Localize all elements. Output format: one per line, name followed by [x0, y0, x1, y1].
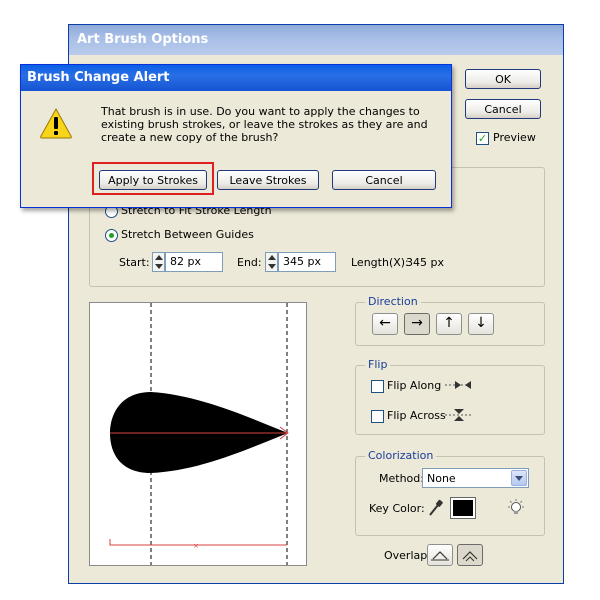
art-cancel-button[interactable]: Cancel — [465, 99, 541, 119]
svg-text:×: × — [193, 542, 199, 550]
flip-across-checkbox[interactable] — [371, 410, 384, 423]
key-color-swatch — [453, 500, 473, 516]
key-color-swatch-frame[interactable] — [450, 497, 476, 519]
art-brush-title: Art Brush Options — [77, 32, 209, 47]
flip-along-icon — [445, 381, 473, 389]
start-input[interactable]: 82 px — [165, 252, 223, 272]
art-brush-titlebar[interactable]: Art Brush Options — [69, 25, 563, 55]
key-color-label: Key Color: — [369, 502, 425, 515]
brush-preview-svg: × — [109, 303, 289, 565]
flip-label: Flip — [365, 358, 391, 371]
preview-label: Preview — [493, 131, 536, 144]
brush-preview-pane: × — [89, 302, 307, 566]
alert-title: Brush Change Alert — [27, 70, 170, 85]
direction-left-button[interactable]: ← — [372, 313, 398, 335]
length-label: Length(X): — [351, 256, 409, 269]
alert-message: That brush is in use. Do you want to app… — [101, 105, 428, 144]
stretch-guides-label: Stretch Between Guides — [121, 228, 254, 241]
flip-across-label: Flip Across — [387, 409, 446, 422]
start-label: Start: — [119, 256, 150, 269]
end-spinner[interactable] — [265, 252, 278, 272]
flip-along-label: Flip Along — [387, 379, 442, 392]
method-label: Method: — [379, 472, 424, 485]
end-input[interactable]: 345 px — [278, 252, 336, 272]
direction-label: Direction — [365, 295, 421, 308]
overlap-none-button[interactable] — [457, 544, 483, 566]
overlap-none-icon — [462, 551, 478, 562]
end-label: End: — [237, 256, 262, 269]
alert-titlebar[interactable]: Brush Change Alert — [21, 65, 451, 91]
flip-group — [355, 365, 545, 435]
alert-cancel-button[interactable]: Cancel — [332, 170, 436, 190]
chevron-down-icon — [515, 476, 523, 481]
brush-change-alert-dialog: Brush Change Alert That brush is in use.… — [20, 64, 452, 208]
direction-right-button[interactable]: → — [404, 313, 430, 335]
tips-bulb-icon[interactable] — [507, 499, 525, 517]
eyedropper-icon[interactable] — [427, 499, 443, 517]
overlap-adjust-button[interactable] — [427, 544, 453, 566]
warning-icon — [40, 107, 72, 139]
flip-across-icon — [445, 409, 473, 421]
leave-strokes-button[interactable]: Leave Strokes — [217, 170, 319, 190]
start-spinner[interactable] — [152, 252, 165, 272]
direction-down-button[interactable]: ↓ — [468, 313, 494, 335]
overlap-adjust-icon — [431, 551, 449, 561]
stretch-guides-radio[interactable] — [105, 229, 118, 242]
method-dropdown-button[interactable] — [511, 470, 527, 486]
direction-up-button[interactable]: ↑ — [436, 313, 462, 335]
overlap-label: Overlap: — [384, 549, 431, 562]
length-value: 345 px — [406, 256, 444, 269]
flip-along-checkbox[interactable] — [371, 380, 384, 393]
apply-to-strokes-button[interactable]: Apply to Strokes — [99, 170, 207, 190]
colorization-label: Colorization — [365, 449, 437, 462]
preview-checkbox[interactable]: ✓ — [476, 132, 489, 145]
ok-button[interactable]: OK — [465, 69, 541, 89]
method-value: None — [427, 472, 456, 485]
method-select[interactable]: None — [422, 468, 529, 488]
